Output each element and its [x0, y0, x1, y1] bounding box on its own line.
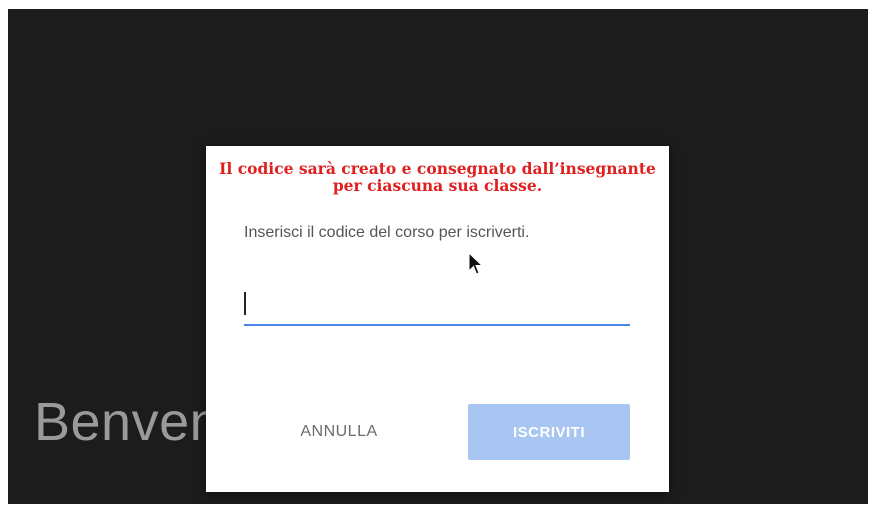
class-code-input[interactable] — [244, 288, 630, 326]
mouse-pointer-icon — [468, 252, 484, 275]
dialog-prompt: Inserisci il codice del corso per iscriv… — [244, 224, 530, 241]
cancel-button[interactable]: ANNULLA — [284, 404, 394, 460]
teacher-note-overlay: Il codice sarà creato e consegnato dall’… — [219, 159, 656, 195]
app-screen: Benvenuto in Classroom! Il codice sarà c… — [8, 9, 868, 504]
join-class-dialog: Il codice sarà creato e consegnato dall’… — [206, 146, 669, 492]
text-caret — [244, 292, 246, 315]
join-button[interactable]: ISCRIVITI — [468, 404, 630, 460]
